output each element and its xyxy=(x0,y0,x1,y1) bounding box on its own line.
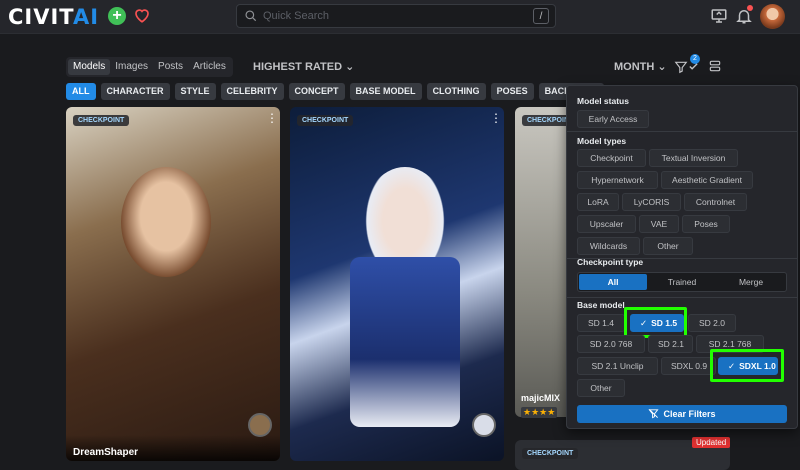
divider xyxy=(567,297,797,298)
filter-aesthetic-gradient[interactable]: Aesthetic Gradient xyxy=(661,171,753,189)
chip-character[interactable]: CHARACTER xyxy=(100,83,170,100)
filter-wildcards[interactable]: Wildcards xyxy=(577,237,640,255)
highlight-box xyxy=(624,307,687,338)
filter-early-access[interactable]: Early Access xyxy=(577,110,649,128)
filter-other-type[interactable]: Other xyxy=(643,237,693,255)
tab-articles[interactable]: Articles xyxy=(188,59,231,75)
chevron-down-icon: ⌄ xyxy=(345,61,355,73)
tab-posts[interactable]: Posts xyxy=(153,59,188,75)
chip-all[interactable]: ALL xyxy=(66,83,96,100)
notification-dot xyxy=(747,5,753,11)
sort-label: HIGHEST RATED xyxy=(253,61,343,73)
checkpoint-type-selector: All Trained Merge xyxy=(577,272,787,292)
card-type-badge: CHECKPOINT xyxy=(297,115,354,126)
filter-poses[interactable]: Poses xyxy=(682,215,730,233)
filter-sd-1-4[interactable]: SD 1.4 xyxy=(577,314,625,332)
search-input[interactable]: Quick Search / xyxy=(236,4,556,28)
card-title: majicMIX xyxy=(521,393,561,403)
segment-all[interactable]: All xyxy=(579,274,647,290)
logo-text: CIVIT xyxy=(8,5,73,29)
tab-models[interactable]: Models xyxy=(68,59,111,75)
filter-sd-2-1-unclip[interactable]: SD 2.1 Unclip xyxy=(577,357,658,375)
period-label: MONTH xyxy=(614,61,655,73)
heart-icon[interactable] xyxy=(133,6,151,24)
logo-text-accent: AI xyxy=(73,5,100,29)
filter-other-base[interactable]: Other xyxy=(577,379,625,397)
chip-clothing[interactable]: CLOTHING xyxy=(426,83,486,100)
chip-celebrity[interactable]: CELEBRITY xyxy=(220,83,284,100)
chip-concept[interactable]: CONCEPT xyxy=(288,83,345,100)
chip-poses[interactable]: POSES xyxy=(490,83,534,100)
filter-sdxl-0-9[interactable]: SDXL 0.9 xyxy=(661,357,716,375)
filter-controlnet[interactable]: Controlnet xyxy=(684,193,747,211)
filter-icon[interactable] xyxy=(674,60,688,74)
card-artwork xyxy=(121,167,211,277)
filter-count-badge: 2 xyxy=(690,54,700,64)
filter-sd-2-1[interactable]: SD 2.1 xyxy=(648,335,693,353)
filter-hypernetwork[interactable]: Hypernetwork xyxy=(577,171,658,189)
card-title: DreamShaper xyxy=(73,447,139,458)
section-model-types: Model types xyxy=(577,136,627,146)
avatar[interactable] xyxy=(760,4,785,29)
filter-off-icon xyxy=(648,409,660,419)
divider xyxy=(567,131,797,132)
model-card[interactable]: CHECKPOINT ⋮ DreamShaper xyxy=(66,107,280,461)
top-bar: CIVITAI + Quick Search / xyxy=(0,0,800,34)
clear-filters-button[interactable]: Clear Filters xyxy=(577,405,787,423)
filter-panel: Model status Early Access Model types Ch… xyxy=(566,85,798,429)
filter-textual-inversion[interactable]: Textual Inversion xyxy=(649,149,738,167)
period-dropdown[interactable]: MONTH ⌄ xyxy=(614,60,667,73)
section-checkpoint-type: Checkpoint type xyxy=(577,257,644,267)
filter-lycoris[interactable]: LyCORIS xyxy=(622,193,681,211)
search-icon xyxy=(245,10,257,22)
section-base-model: Base model xyxy=(577,300,625,310)
chevron-down-icon: ⌄ xyxy=(657,61,667,73)
segment-trained[interactable]: Trained xyxy=(648,274,716,290)
layout-icon[interactable] xyxy=(708,59,722,73)
section-model-status: Model status xyxy=(577,96,629,106)
creator-avatar[interactable] xyxy=(472,413,496,437)
plus-icon[interactable]: + xyxy=(108,7,126,25)
search-shortcut: / xyxy=(533,8,549,24)
kebab-menu-icon[interactable]: ⋮ xyxy=(490,112,502,124)
category-chips: ALL CHARACTER STYLE CELEBRITY CONCEPT BA… xyxy=(66,83,604,100)
kebab-menu-icon[interactable]: ⋮ xyxy=(266,112,278,124)
model-card[interactable]: CHECKPOINT ⋮ xyxy=(290,107,504,461)
updated-badge: Updated xyxy=(692,437,731,448)
chip-style[interactable]: STYLE xyxy=(174,83,216,100)
filter-sd-2-0[interactable]: SD 2.0 xyxy=(688,314,736,332)
card-type-badge: CHECKPOINT xyxy=(73,115,130,126)
filter-vae[interactable]: VAE xyxy=(639,215,679,233)
creator-avatar[interactable] xyxy=(248,413,272,437)
filter-upscaler[interactable]: Upscaler xyxy=(577,215,636,233)
content-tabs: Models Images Posts Articles xyxy=(66,57,233,77)
civitai-logo[interactable]: CIVITAI xyxy=(8,5,99,29)
card-type-badge: CHECKPOINT xyxy=(522,448,579,459)
filter-sd-2-0-768[interactable]: SD 2.0 768 xyxy=(577,335,645,353)
sort-dropdown[interactable]: HIGHEST RATED ⌄ xyxy=(253,60,354,73)
card-artwork xyxy=(350,257,460,427)
filter-lora[interactable]: LoRA xyxy=(577,193,619,211)
highlight-box xyxy=(710,349,784,382)
chip-base-model[interactable]: BASE MODEL xyxy=(349,83,422,100)
clear-filters-label: Clear Filters xyxy=(663,409,716,419)
upload-icon[interactable] xyxy=(710,7,728,25)
filter-checkpoint[interactable]: Checkpoint xyxy=(577,149,646,167)
tab-images[interactable]: Images xyxy=(110,59,153,75)
segment-merge[interactable]: Merge xyxy=(717,274,785,290)
rating-stars: ★★★★ xyxy=(521,407,558,418)
search-placeholder: Quick Search xyxy=(263,10,330,22)
